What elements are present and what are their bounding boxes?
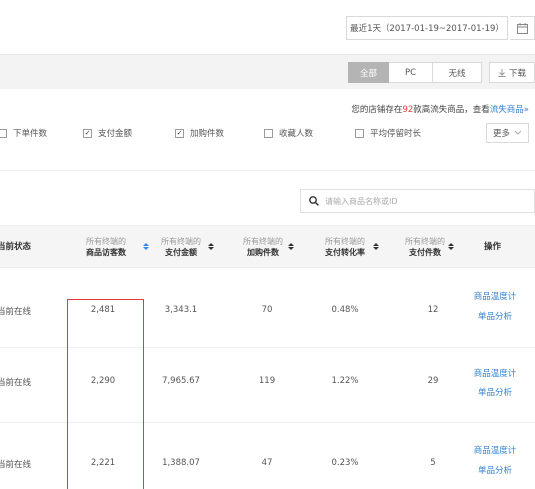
segment-wireless[interactable]: 无线: [433, 62, 482, 83]
col-header-label: 操作: [484, 242, 502, 252]
metric-label: 加购件数: [190, 129, 225, 139]
more-label: 更多: [492, 129, 510, 139]
download-label: 下载: [508, 68, 526, 79]
cell-conversion: 0.23%: [331, 458, 359, 468]
notice-count: 92: [402, 105, 414, 115]
sort-icon[interactable]: [448, 243, 454, 250]
checkbox-icon[interactable]: [0, 128, 7, 138]
metric-checkbox-payment[interactable]: ✓ 支付金额: [83, 127, 132, 139]
col-header-payment[interactable]: 所有终端的 支付金额: [146, 236, 216, 258]
segment-all-label: 全部: [359, 68, 377, 79]
product-thermometer-link[interactable]: 商品温度计: [470, 367, 520, 379]
calendar-icon: [516, 22, 528, 34]
search-input[interactable]: [325, 196, 515, 206]
cell-status: 当前在线: [0, 460, 32, 470]
product-search-box[interactable]: [300, 189, 535, 213]
col-header-bottom: 支付件数: [409, 248, 441, 257]
col-header-bottom: 支付金额: [165, 248, 197, 257]
checkbox-icon[interactable]: [355, 128, 364, 138]
item-analysis-link[interactable]: 单品分析: [470, 464, 520, 476]
cell-payment: 7,965.67: [162, 376, 200, 386]
item-analysis-link[interactable]: 单品分析: [470, 386, 520, 398]
cell-cart: 47: [261, 458, 273, 468]
metric-checkbox-favorites[interactable]: 收藏人数: [264, 127, 313, 139]
col-header-actions: 操作: [484, 240, 501, 252]
item-analysis-link[interactable]: 单品分析: [470, 310, 520, 322]
metric-checkbox-dwell-time[interactable]: 平均停留时长: [355, 127, 421, 139]
checkbox-icon[interactable]: [264, 128, 273, 138]
col-header-bottom: 加购件数: [247, 248, 279, 257]
segment-pc[interactable]: PC: [389, 62, 433, 83]
cell-pieces: 29: [427, 376, 439, 386]
sort-icon[interactable]: [373, 243, 379, 250]
cell-conversion: 0.48%: [331, 305, 359, 315]
download-icon: [498, 68, 506, 77]
cell-payment: 3,343.1: [164, 305, 198, 315]
date-range-text: 最近1天（2017-01-19~2017-01-19）: [350, 24, 504, 34]
checkbox-checked-icon[interactable]: ✓: [175, 128, 184, 138]
notice-prefix: 您的店铺存在: [351, 105, 403, 115]
cell-status: 当前在线: [0, 307, 32, 317]
more-metrics-button[interactable]: 更多: [486, 123, 529, 143]
segment-all[interactable]: 全部: [348, 62, 389, 83]
chevron-down-icon: [514, 130, 522, 135]
segment-wireless-label: 无线: [448, 68, 466, 79]
lost-products-notice: 您的店铺存在92款高流失商品，查看流失商品»: [351, 103, 529, 115]
product-thermometer-link[interactable]: 商品温度计: [470, 444, 520, 456]
col-header-status: 当前状态: [0, 240, 31, 252]
metric-label: 收藏人数: [279, 129, 314, 139]
highlight-box: [67, 299, 144, 489]
cell-pieces: 5: [430, 458, 436, 468]
col-header-label: 当前状态: [0, 242, 32, 252]
col-header-pieces[interactable]: 所有终端的 支付件数: [390, 236, 460, 258]
segment-pc-label: PC: [404, 67, 417, 78]
metric-label: 平均停留时长: [370, 129, 422, 139]
cell-status: 当前在线: [0, 378, 32, 388]
lost-products-link[interactable]: 流失商品: [490, 105, 524, 115]
search-icon: [309, 196, 319, 206]
cell-cart: 119: [258, 376, 276, 386]
metric-checkbox-orders[interactable]: 下单件数: [0, 127, 47, 139]
col-header-top: 所有终端的: [161, 237, 201, 246]
col-header-visitors[interactable]: 所有终端的 商品访客数: [62, 236, 150, 258]
notice-middle: 款高流失商品，查看: [413, 105, 490, 115]
col-header-bottom: 商品访客数: [86, 248, 126, 257]
cell-cart: 70: [261, 305, 273, 315]
col-header-bottom: 支付转化率: [325, 248, 365, 257]
cell-pieces: 12: [427, 305, 439, 315]
cell-conversion: 1.22%: [331, 376, 359, 386]
product-thermometer-link[interactable]: 商品温度计: [470, 290, 520, 302]
divider: [0, 170, 535, 171]
date-range-selector[interactable]: 最近1天（2017-01-19~2017-01-19）: [346, 16, 508, 40]
metric-label: 支付金额: [98, 129, 133, 139]
metric-checkbox-cart[interactable]: ✓ 加购件数: [175, 127, 224, 139]
sort-icon[interactable]: [208, 243, 214, 250]
calendar-button[interactable]: [510, 16, 535, 40]
col-header-top: 所有终端的: [86, 237, 126, 246]
checkbox-checked-icon[interactable]: ✓: [83, 128, 92, 138]
col-header-conversion[interactable]: 所有终端的 支付转化率: [305, 236, 385, 258]
sort-icon[interactable]: [288, 243, 294, 250]
metric-label: 下单件数: [13, 129, 48, 139]
product-analysis-panel: 最近1天（2017-01-19~2017-01-19） 全部 PC 无线 下载 …: [0, 0, 535, 489]
download-button[interactable]: 下载: [489, 62, 535, 83]
double-chevron-icon: »: [523, 105, 529, 115]
cell-payment: 1,388.07: [162, 458, 200, 468]
col-header-cart[interactable]: 所有终端的 加购件数: [228, 236, 298, 258]
